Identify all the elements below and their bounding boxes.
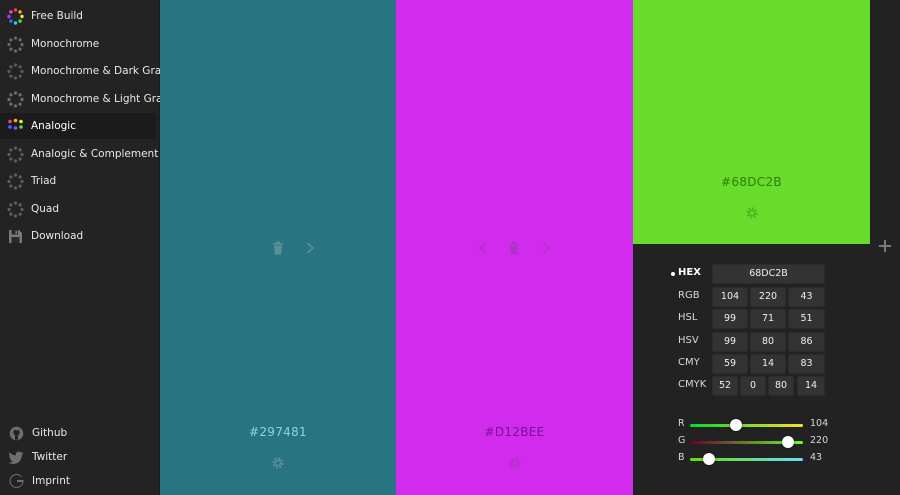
blue-slider-handle[interactable] xyxy=(703,453,716,465)
twitter-icon xyxy=(8,449,25,466)
sidebar-item-label: Monochrome & Dark Gray xyxy=(31,65,168,77)
color-values-panel: HEX 68DC2B RGB 104 220 43 HSL 99 71 51 H… xyxy=(633,244,870,495)
color-swatch-2[interactable]: #D12BEE xyxy=(396,0,633,495)
scheme-sidebar: Free Build Monochrome Monochrome & Dark … xyxy=(0,0,169,495)
cmy-row: CMY 59 14 83 xyxy=(633,354,870,374)
hex-row: HEX 68DC2B xyxy=(633,264,870,284)
sidebar-item-triad[interactable]: Triad xyxy=(0,168,156,194)
hsv-h-input[interactable]: 99 xyxy=(712,332,748,352)
rgb-format-label[interactable]: RGB xyxy=(678,290,700,301)
sidebar-item-download[interactable]: Download xyxy=(0,223,156,249)
sidebar-item-label: Download xyxy=(31,230,84,242)
triad-icon xyxy=(7,172,24,190)
rgb-g-input[interactable]: 220 xyxy=(750,287,786,307)
download-icon xyxy=(7,228,24,245)
github-icon xyxy=(8,425,25,442)
gear-icon[interactable] xyxy=(745,206,759,220)
cmyk-format-label[interactable]: CMYK xyxy=(678,379,706,390)
green-slider-handle[interactable] xyxy=(781,436,794,448)
cmyk-y-input[interactable]: 80 xyxy=(768,376,794,396)
cmyk-k-input[interactable]: 14 xyxy=(797,376,825,396)
sidebar-item-label: Triad xyxy=(31,175,57,187)
footer-link-label: Twitter xyxy=(32,451,68,463)
sidebar-item-monochrome[interactable]: Monochrome xyxy=(0,31,156,57)
rgb-r-input[interactable]: 104 xyxy=(712,287,748,307)
green-slider[interactable]: G 220 xyxy=(633,434,870,450)
sidebar-item-label: Free Build xyxy=(31,10,83,22)
cmyk-c-input[interactable]: 52 xyxy=(712,376,738,396)
sidebar-item-label: Analogic xyxy=(31,120,76,132)
move-right-icon[interactable] xyxy=(303,240,317,256)
hex-label: #68DC2B xyxy=(633,175,870,189)
footer-link-github[interactable]: Github xyxy=(0,422,156,444)
sidebar-item-label: Analogic & Complement xyxy=(31,148,159,160)
hex-value: #297481 xyxy=(249,425,307,439)
red-slider-label: R xyxy=(678,418,685,429)
monochrome-light-gray-icon xyxy=(7,90,24,108)
sidebar-item-label: Monochrome & Light Gray xyxy=(31,93,169,105)
sidebar-item-analogic-complement[interactable]: Analogic & Complement xyxy=(0,141,159,167)
color-swatch-1[interactable]: #297481 xyxy=(160,0,396,495)
red-slider-value: 104 xyxy=(810,418,829,429)
footer-link-label: Imprint xyxy=(32,475,70,487)
hex-value: #D12BEE xyxy=(484,425,545,439)
green-slider-value: 220 xyxy=(810,435,829,446)
imprint-icon xyxy=(8,473,25,490)
sidebar-item-label: Quad xyxy=(31,203,60,215)
analogic-complement-icon xyxy=(7,145,24,163)
cmyk-m-input[interactable]: 0 xyxy=(740,376,766,396)
hex-format-label[interactable]: HEX xyxy=(678,267,701,278)
hex-value: #68DC2B xyxy=(721,175,782,189)
free-build-icon xyxy=(7,7,24,25)
hex-label: #297481 xyxy=(160,425,396,439)
delete-color-icon[interactable] xyxy=(507,240,521,256)
hex-input[interactable]: 68DC2B xyxy=(712,264,825,284)
monochrome-dark-gray-icon xyxy=(7,62,24,80)
hsl-s-input[interactable]: 71 xyxy=(750,309,786,329)
monochrome-icon xyxy=(7,35,24,53)
delete-color-icon[interactable] xyxy=(271,240,285,256)
sidebar-item-monochrome-light-gray[interactable]: Monochrome & Light Gray xyxy=(0,86,169,112)
hsl-l-input[interactable]: 51 xyxy=(788,309,825,329)
red-slider[interactable]: R 104 xyxy=(633,417,870,433)
quad-icon xyxy=(7,200,24,218)
footer-link-label: Github xyxy=(32,427,68,439)
cmy-format-label[interactable]: CMY xyxy=(678,357,700,368)
sidebar-item-monochrome-dark-gray[interactable]: Monochrome & Dark Gray xyxy=(0,58,167,84)
analogic-icon xyxy=(7,118,24,135)
hsv-row: HSV 99 80 86 xyxy=(633,332,870,352)
sidebar-item-free-build[interactable]: Free Build xyxy=(0,3,156,29)
hsv-v-input[interactable]: 86 xyxy=(788,332,825,352)
gear-icon[interactable] xyxy=(508,456,522,470)
footer-link-imprint[interactable]: Imprint xyxy=(0,470,156,492)
rgb-b-input[interactable]: 43 xyxy=(788,287,825,307)
hsv-format-label[interactable]: HSV xyxy=(678,335,699,346)
red-slider-handle[interactable] xyxy=(730,419,743,431)
move-right-icon[interactable] xyxy=(539,240,553,256)
sidebar-item-label: Monochrome xyxy=(31,38,100,50)
hsl-format-label[interactable]: HSL xyxy=(678,312,697,323)
selected-format-indicator xyxy=(671,272,675,276)
color-swatch-3[interactable]: #68DC2B xyxy=(633,0,870,244)
blue-slider[interactable]: B 43 xyxy=(633,451,870,467)
red-slider-track[interactable] xyxy=(690,424,803,427)
sidebar-item-quad[interactable]: Quad xyxy=(0,196,156,222)
cmy-c-input[interactable]: 59 xyxy=(712,354,748,374)
cmyk-row: CMYK 52 0 80 14 xyxy=(633,376,870,396)
gear-icon[interactable] xyxy=(271,456,285,470)
hsl-h-input[interactable]: 99 xyxy=(712,309,748,329)
green-slider-label: G xyxy=(678,435,686,446)
move-left-icon[interactable] xyxy=(476,240,490,256)
hsl-row: HSL 99 71 51 xyxy=(633,309,870,329)
rgb-row: RGB 104 220 43 xyxy=(633,287,870,307)
footer-link-twitter[interactable]: Twitter xyxy=(0,446,156,468)
add-color-icon[interactable] xyxy=(879,240,891,252)
hsv-s-input[interactable]: 80 xyxy=(750,332,786,352)
blue-slider-label: B xyxy=(678,452,685,463)
hex-label: #D12BEE xyxy=(396,425,633,439)
cmy-y-input[interactable]: 83 xyxy=(788,354,825,374)
sidebar-item-analogic[interactable]: Analogic xyxy=(0,113,156,139)
blue-slider-value: 43 xyxy=(810,452,823,463)
cmy-m-input[interactable]: 14 xyxy=(750,354,786,374)
